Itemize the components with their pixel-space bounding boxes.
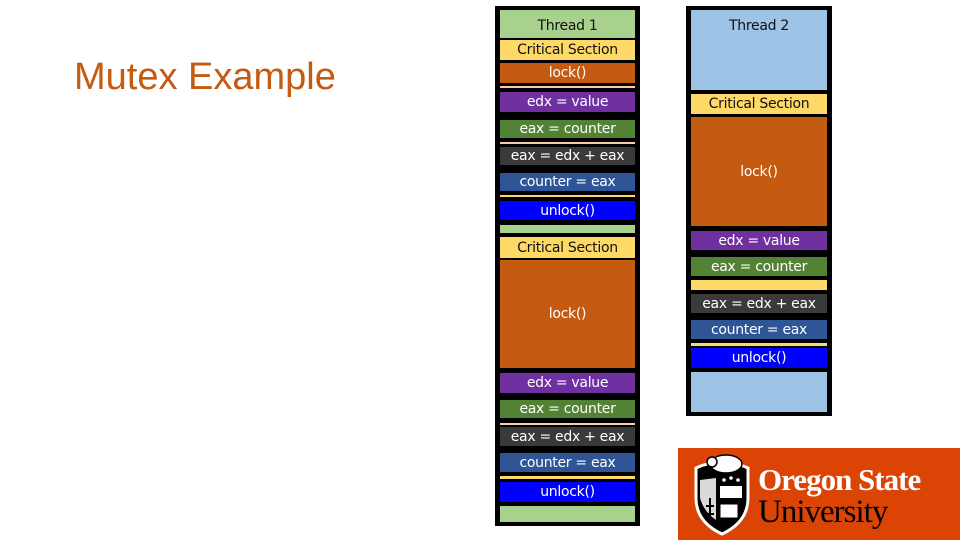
thread1-counter-eax-1: counter = eax xyxy=(500,173,635,191)
thread2-label: Thread 2 xyxy=(729,18,789,34)
divider xyxy=(500,476,635,479)
thread2-idle-tail xyxy=(691,372,827,412)
thread1-eax-add-1: eax = edx + eax xyxy=(500,147,635,165)
logo-line1: Oregon State xyxy=(758,462,921,497)
thread1-idle-strip xyxy=(500,225,635,233)
university-logo: Oregon State University xyxy=(678,448,960,540)
thread1-lock-1: lock() xyxy=(500,63,635,83)
divider xyxy=(500,195,635,197)
thread1-eax-counter-1: eax = counter xyxy=(500,120,635,138)
thread2-unlock: unlock() xyxy=(691,348,827,368)
thread2-critical-section: Critical Section xyxy=(691,94,827,114)
thread1-idle-tail xyxy=(500,506,635,522)
thread1-eax-add-2: eax = edx + eax xyxy=(500,427,635,446)
divider xyxy=(500,423,635,425)
thread2-eax-counter: eax = counter xyxy=(691,257,827,276)
thread1-header: Thread 1 xyxy=(500,10,635,38)
logo-line2: University xyxy=(758,494,888,530)
thread2-counter-eax: counter = eax xyxy=(691,320,827,339)
thread1-counter-eax-2: counter = eax xyxy=(500,453,635,472)
thread2-edx-value: edx = value xyxy=(691,231,827,250)
thread1-lock-2: lock() xyxy=(500,260,635,368)
beaver-shield-icon xyxy=(694,454,750,536)
thread1-eax-counter-2: eax = counter xyxy=(500,400,635,418)
thread1-critical-section-2: Critical Section xyxy=(500,237,635,258)
thread1-edx-value-1: edx = value xyxy=(500,92,635,112)
slide-title: Mutex Example xyxy=(74,56,336,98)
divider xyxy=(500,142,635,144)
thread2-header: Thread 2 xyxy=(691,10,827,90)
divider xyxy=(691,343,827,346)
thread2-wait-strip xyxy=(691,280,827,290)
thread1-unlock-1: unlock() xyxy=(500,201,635,220)
thread2-lock: lock() xyxy=(691,117,827,226)
thread1-column: Thread 1 Critical Section lock() edx = v… xyxy=(495,6,640,526)
thread1-label: Thread 1 xyxy=(537,18,598,34)
thread2-eax-add: eax = edx + eax xyxy=(691,294,827,313)
thread2-column: Thread 2 Critical Section lock() edx = v… xyxy=(686,6,832,416)
divider xyxy=(500,86,635,88)
thread1-unlock-2: unlock() xyxy=(500,482,635,502)
thread1-edx-value-2: edx = value xyxy=(500,373,635,393)
thread1-critical-section-1: Critical Section xyxy=(500,40,635,60)
